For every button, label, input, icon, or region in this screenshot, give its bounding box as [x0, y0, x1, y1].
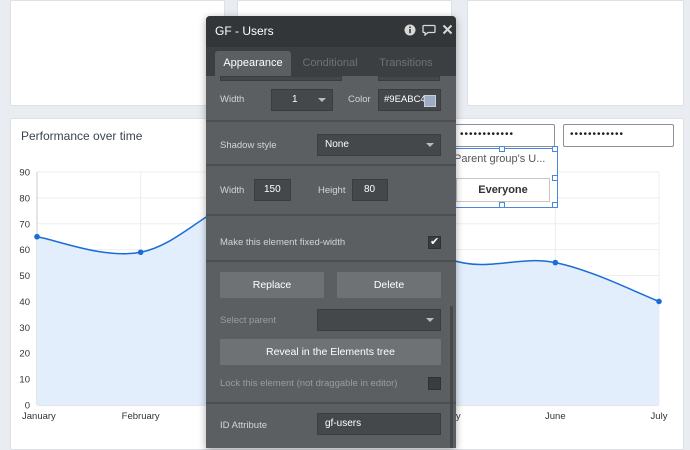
chevron-down-icon: [426, 143, 434, 147]
select-parent-dropdown[interactable]: [317, 309, 441, 331]
close-icon[interactable]: [441, 24, 453, 36]
y-tick-label: 70: [19, 219, 30, 230]
size-height-input[interactable]: 80: [352, 179, 388, 201]
size-height-label: Height: [318, 185, 346, 196]
data-point: [137, 249, 144, 256]
partial-field-right: [378, 76, 440, 81]
select-parent-label: Select parent: [220, 315, 276, 326]
x-tick-label: July: [651, 411, 668, 422]
border-width-value: 1: [292, 94, 298, 105]
shadow-style-value: None: [325, 139, 349, 150]
resize-handle-top-right[interactable]: [552, 146, 558, 152]
size-width-input[interactable]: 150: [254, 179, 291, 201]
tab-appearance[interactable]: Appearance: [215, 51, 291, 76]
group-users-element[interactable]: Parent group's U... Everyone: [447, 146, 558, 208]
panel-header[interactable]: GF - Users: [206, 16, 456, 47]
chevron-down-icon: [318, 98, 326, 102]
password-input-2[interactable]: ••••••••••••: [563, 124, 674, 147]
section-divider: [206, 120, 456, 122]
data-point: [34, 233, 40, 240]
fixed-width-checkbox[interactable]: ✔: [428, 236, 441, 249]
size-width-label: Width: [220, 185, 245, 196]
group-label: Parent group's U...: [454, 153, 546, 165]
border-color-field[interactable]: #9EABC4: [378, 89, 441, 111]
y-tick-label: 30: [19, 323, 30, 334]
y-tick-label: 50: [19, 271, 30, 282]
border-color-value: #9EABC4: [384, 94, 426, 105]
border-width-dropdown[interactable]: 1: [271, 89, 333, 111]
data-point: [552, 259, 559, 266]
panel-scrollbar[interactable]: [450, 306, 453, 448]
x-tick-label: February: [122, 411, 160, 422]
y-tick-label: 10: [19, 375, 30, 386]
y-tick-label: 0: [25, 401, 30, 412]
partial-field-left: [220, 76, 342, 81]
shadow-style-dropdown[interactable]: None: [317, 134, 441, 156]
y-tick-label: 90: [19, 168, 30, 179]
y-tick-label: 40: [19, 297, 30, 308]
resize-handle-bottom-right[interactable]: [552, 202, 558, 208]
checkmark-icon: ✔: [430, 236, 440, 248]
password-input-1[interactable]: ••••••••••••: [453, 124, 555, 147]
reveal-in-elements-tree-button[interactable]: Reveal in the Elements tree: [220, 339, 441, 365]
info-icon[interactable]: [404, 24, 416, 36]
fixed-width-label: Make this element fixed-width: [220, 237, 346, 248]
delete-button[interactable]: Delete: [337, 272, 441, 298]
property-editor-panel: GF - Users Appearance Conditional Transi…: [206, 16, 456, 448]
data-point: [656, 298, 662, 305]
section-divider: [206, 164, 456, 166]
resize-handle-right[interactable]: [552, 175, 558, 181]
lock-element-label: Lock this element (not draggable in edit…: [220, 378, 398, 389]
border-color-label: Color: [348, 94, 371, 105]
panel-tabs: Appearance Conditional Transitions: [206, 47, 456, 76]
tab-transitions[interactable]: Transitions: [370, 51, 442, 76]
border-width-label: Width: [220, 94, 245, 105]
x-tick-label: January: [22, 411, 56, 422]
replace-button[interactable]: Replace: [220, 272, 324, 298]
y-tick-label: 80: [19, 193, 30, 204]
shadow-style-label: Shadow style: [220, 140, 277, 151]
color-swatch[interactable]: [424, 95, 436, 107]
resize-handle-bottom[interactable]: [499, 202, 505, 208]
section-divider: [206, 214, 456, 216]
lock-element-checkbox[interactable]: [428, 377, 441, 390]
everyone-button[interactable]: Everyone: [456, 178, 550, 202]
x-tick-label: June: [545, 411, 566, 422]
panel-title: GF - Users: [215, 24, 274, 38]
comment-icon[interactable]: [422, 24, 436, 37]
section-divider: [206, 402, 456, 404]
chevron-down-icon: [426, 318, 434, 322]
section-divider: [206, 260, 456, 262]
id-attribute-input[interactable]: gf-users: [317, 413, 441, 435]
tab-conditional[interactable]: Conditional: [296, 51, 364, 76]
id-attribute-label: ID Attribute: [220, 420, 267, 431]
y-tick-label: 60: [19, 245, 30, 256]
resize-handle-top[interactable]: [499, 146, 505, 152]
y-tick-label: 20: [19, 349, 30, 360]
